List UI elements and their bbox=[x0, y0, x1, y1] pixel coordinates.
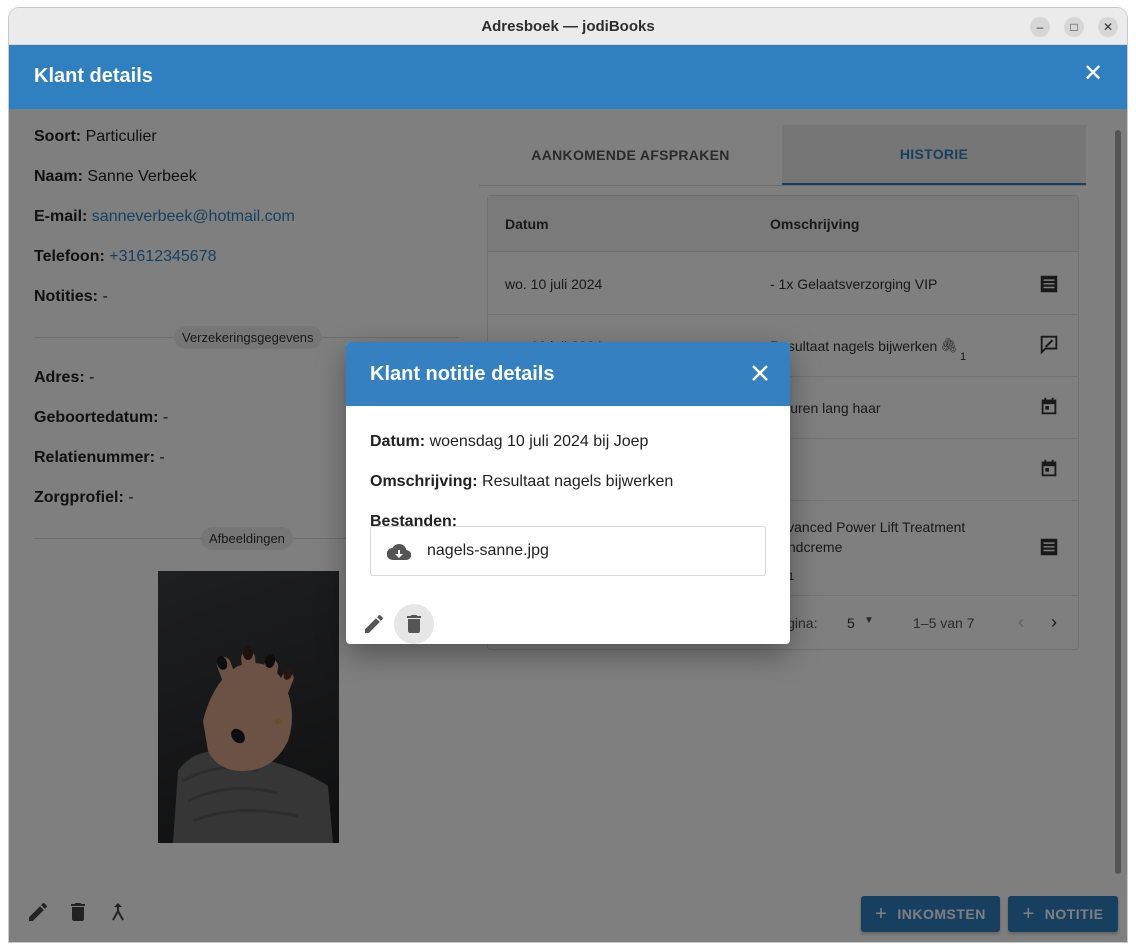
page-title: Klant details bbox=[34, 65, 153, 87]
dialog-label: Datum: bbox=[370, 433, 426, 450]
file-name[interactable]: nagels-sanne.jpg bbox=[427, 542, 549, 560]
file-item[interactable]: nagels-sanne.jpg bbox=[370, 526, 766, 576]
close-icon[interactable] bbox=[748, 361, 772, 385]
dialog-label: Omschrijving: bbox=[370, 473, 478, 490]
window-close-button[interactable]: ✕ bbox=[1098, 17, 1118, 37]
window-title: Adresboek — jodiBooks bbox=[481, 18, 655, 35]
delete-icon bbox=[407, 615, 421, 633]
dialog-datum: Datum: woensdag 10 juli 2024 bij Joep bbox=[370, 433, 648, 451]
dialog-value: Resultaat nagels bijwerken bbox=[482, 473, 674, 490]
note-details-dialog: Klant notitie details Datum: woensdag 10… bbox=[346, 342, 790, 644]
cloud-download-icon[interactable] bbox=[387, 540, 411, 564]
minimize-button[interactable]: – bbox=[1030, 17, 1050, 37]
window-titlebar: Adresboek — jodiBooks – □ ✕ bbox=[9, 8, 1127, 45]
app-window: Adresboek — jodiBooks – □ ✕ Klant detail… bbox=[9, 8, 1127, 942]
dialog-title: Klant notitie details bbox=[370, 363, 555, 385]
dialog-value: woensdag 10 juli 2024 bij Joep bbox=[429, 433, 649, 450]
delete-note-button[interactable] bbox=[394, 604, 434, 644]
dialog-omschrijving: Omschrijving: Resultaat nagels bijwerken bbox=[370, 473, 673, 491]
edit-icon[interactable] bbox=[362, 612, 386, 636]
close-details-button[interactable]: ✕ bbox=[1083, 62, 1103, 86]
dialog-header: Klant notitie details bbox=[346, 342, 790, 406]
app-header: Klant details ✕ bbox=[9, 45, 1127, 109]
maximize-button[interactable]: □ bbox=[1064, 17, 1084, 37]
